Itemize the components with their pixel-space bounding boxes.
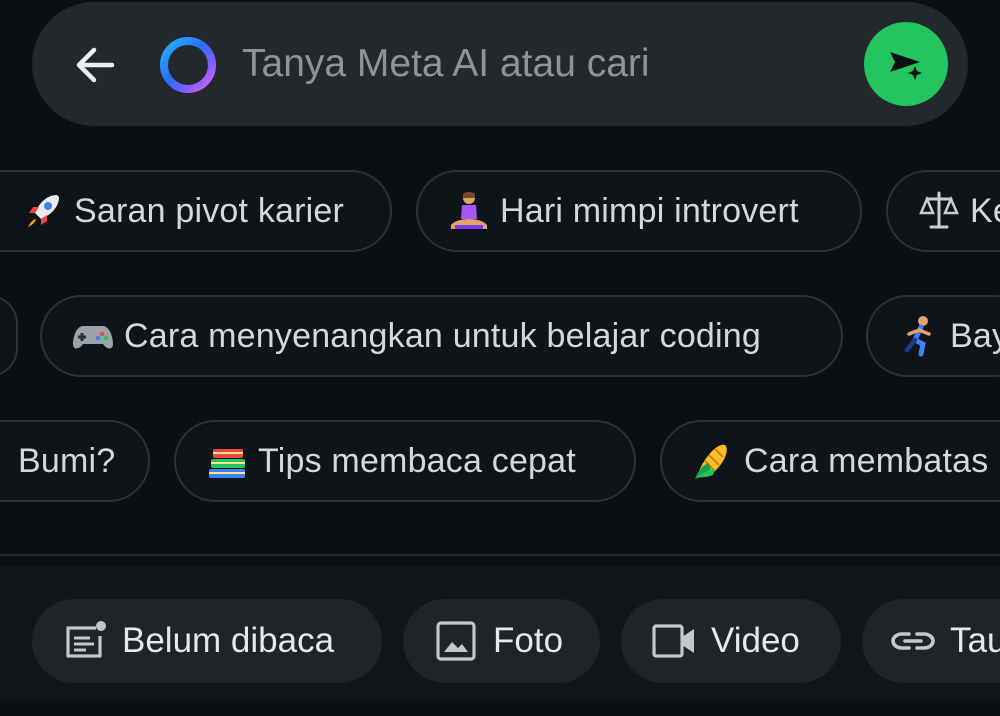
video-icon	[652, 624, 694, 658]
filter-label: Foto	[493, 621, 564, 660]
suggestion-chip-truncated[interactable]: Ke	[886, 170, 1000, 252]
send-button[interactable]	[864, 22, 948, 106]
link-icon	[891, 632, 935, 650]
unread-icon	[66, 621, 106, 658]
suggestion-label: Ke	[970, 191, 1000, 230]
filter-label: Tau	[950, 621, 1000, 660]
corn-icon	[690, 438, 736, 484]
send-sparkle-icon	[890, 52, 922, 80]
suggestion-label: Hari mimpi introvert	[500, 191, 799, 230]
meta-ai-ring-icon	[160, 37, 216, 93]
filter-label: Belum dibaca	[122, 621, 335, 660]
suggestion-label: Cara menyenangkan untuk belajar coding	[124, 316, 762, 355]
search-input[interactable]	[242, 36, 842, 92]
suggestion-label: Tips membaca cepat	[258, 441, 576, 480]
filter-photo[interactable]: Foto	[403, 599, 600, 683]
suggestion-chip-introvert-dream-day[interactable]: Hari mimpi introvert	[416, 170, 862, 252]
suggestion-chip-truncated[interactable]: Bay	[866, 295, 1000, 377]
arrow-left-icon[interactable]	[70, 40, 120, 90]
balance-scale-icon	[916, 188, 962, 234]
suggestion-chip-speed-reading[interactable]: Tips membaca cepat	[174, 420, 636, 502]
game-controller-icon	[70, 313, 116, 359]
person-meditating-icon	[446, 188, 492, 234]
books-icon	[204, 438, 250, 484]
filter-video[interactable]: Video	[621, 599, 841, 683]
rocket-icon	[20, 188, 66, 234]
filter-label: Video	[711, 621, 800, 660]
suggestion-chip-earth[interactable]: Bumi?	[0, 420, 150, 502]
suggestion-chip-fun-coding[interactable]: Cara menyenangkan untuk belajar coding	[40, 295, 843, 377]
suggestion-label: Cara membatas	[744, 441, 989, 480]
filter-link[interactable]: Tau	[862, 599, 1000, 683]
suggestion-label: Bumi?	[18, 441, 116, 480]
divider	[0, 554, 1000, 556]
suggestion-chip-truncated[interactable]: Cara membatas	[660, 420, 1000, 502]
photo-icon	[436, 621, 476, 661]
suggestion-label: Bay	[950, 316, 1000, 355]
suggestion-chip-offscreen[interactable]	[0, 295, 18, 377]
suggestion-chip-career-pivot[interactable]: Saran pivot karier	[0, 170, 392, 252]
person-running-icon	[896, 313, 942, 359]
suggestion-label: Saran pivot karier	[74, 191, 345, 230]
filter-unread[interactable]: Belum dibaca	[32, 599, 382, 683]
